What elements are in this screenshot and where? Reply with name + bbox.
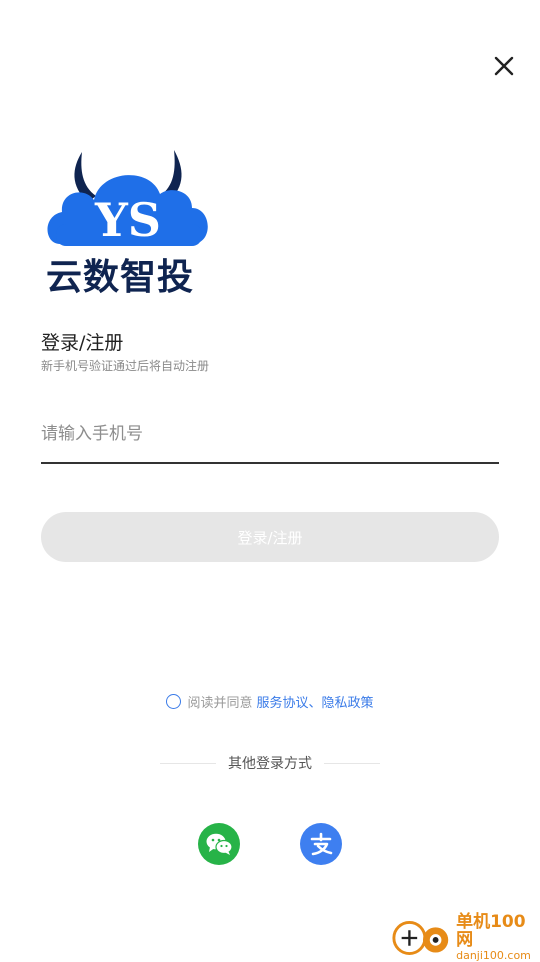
agreement-checkbox[interactable] (166, 693, 182, 709)
watermark-logo-icon (392, 921, 449, 955)
close-icon (494, 56, 514, 76)
service-agreement-link[interactable]: 服务协议 (256, 692, 308, 711)
other-login-header: 其他登录方式 (0, 752, 540, 774)
other-login-label: 其他登录方式 (228, 756, 312, 772)
phone-input[interactable] (41, 412, 499, 464)
divider-left (160, 762, 216, 764)
app-logo-name: 云数智投 (46, 257, 195, 298)
agreement-row: 阅读并同意 服务协议 、 隐私政策 (0, 690, 540, 712)
login-register-button[interactable]: 登录/注册 (41, 512, 499, 562)
site-watermark: 单机100网 danji100.com (390, 912, 540, 961)
watermark-cn: 单机100网 (456, 912, 526, 951)
close-button[interactable] (486, 48, 522, 84)
privacy-policy-link[interactable]: 隐私政策 (322, 692, 374, 711)
alipay-icon (310, 832, 333, 856)
page-subtitle: 新手机号验证通过后将自动注册 (41, 359, 210, 373)
page-title: 登录/注册 (41, 332, 124, 354)
alipay-login-button[interactable] (300, 823, 342, 865)
logo-mark-text: YS (94, 193, 161, 247)
agreement-separator: 、 (308, 695, 322, 711)
wechat-icon (206, 833, 233, 855)
wechat-login-button[interactable] (198, 823, 240, 865)
agreement-prefix: 阅读并同意 (187, 695, 253, 711)
divider-right (324, 762, 380, 764)
